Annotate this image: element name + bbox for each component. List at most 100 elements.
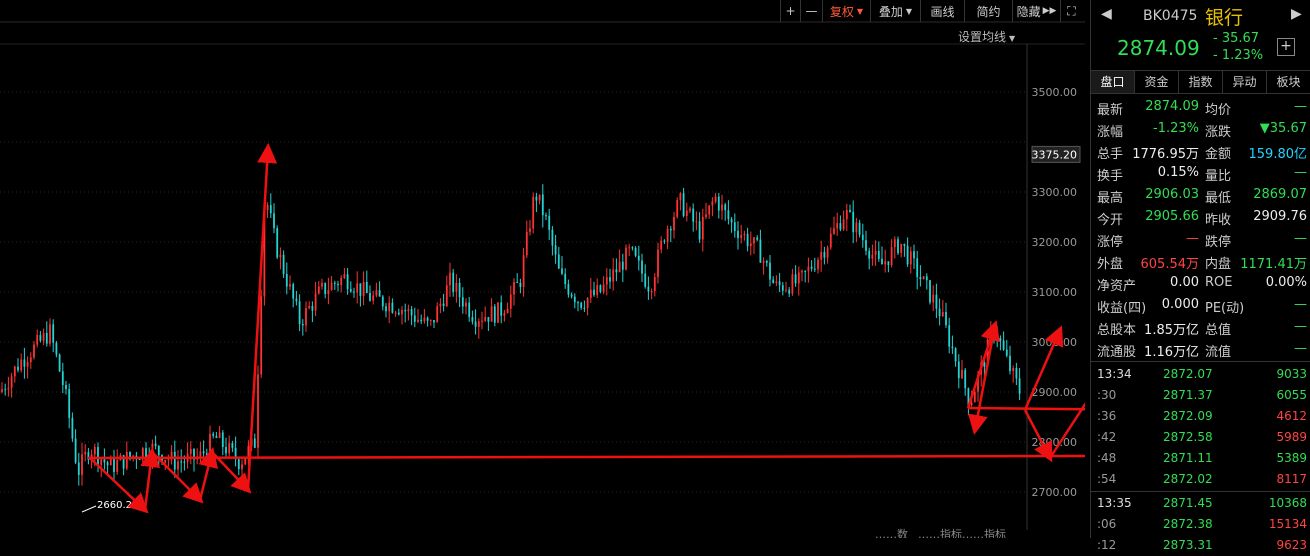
candle-body <box>477 321 480 327</box>
candle-body <box>353 291 355 293</box>
zoom-in-button[interactable]: + <box>780 0 800 22</box>
candle-body <box>932 294 935 303</box>
candle-body <box>855 222 858 233</box>
candle-body <box>721 204 723 211</box>
y-axis-label: 3200.00 <box>1032 236 1078 249</box>
candle-body <box>177 461 179 470</box>
tick-row: :06 2872.38 15134 <box>1091 514 1310 535</box>
candle-body <box>813 268 816 270</box>
tab-0[interactable]: 盘口 <box>1091 71 1135 93</box>
candle-body <box>20 359 23 371</box>
candle-body <box>468 302 471 318</box>
candle-body <box>1002 340 1005 350</box>
next-stock-icon[interactable]: ▶ <box>1291 6 1302 22</box>
candle-body <box>493 306 496 323</box>
ma-setting-dropdown[interactable]: 设置均线 ▼ <box>958 28 1015 45</box>
candle-body <box>973 391 976 403</box>
quote-panel: ◀ BK0475 银行 ▶ 2874.09 - 35.67 - 1.23% + … <box>1090 0 1310 552</box>
candle-body <box>7 387 10 390</box>
candle-body <box>138 459 141 461</box>
fullscreen-button[interactable]: ⛶ <box>1060 0 1082 22</box>
draw-line-button[interactable]: 画线 <box>920 0 964 22</box>
candle-body <box>372 295 375 301</box>
kline-chart-area[interactable]: 3500.003300.003200.003100.003000.002900.… <box>0 0 1085 538</box>
candle-body <box>26 361 29 367</box>
candle-body <box>807 266 810 272</box>
candle-body <box>845 209 848 220</box>
stat-value: -1.23% <box>1153 121 1199 136</box>
prev-stock-icon[interactable]: ◀ <box>1101 6 1112 22</box>
candle-body <box>609 277 611 282</box>
candle-body <box>113 458 115 472</box>
candle-body <box>836 223 839 229</box>
y-axis-label: 2700.00 <box>1032 486 1078 499</box>
annotation-arrow <box>1023 409 1053 463</box>
candle-body <box>321 283 323 287</box>
candle-body <box>84 452 87 455</box>
stat-value: 1.16万亿 <box>1144 345 1199 360</box>
candle-body <box>343 274 346 278</box>
candle-body <box>61 371 64 385</box>
candle-body <box>241 464 243 470</box>
candle-body <box>221 432 224 448</box>
zoom-out-button[interactable]: — <box>800 0 822 22</box>
candle-body <box>849 209 851 212</box>
simple-mode-button[interactable]: 简约 <box>964 0 1012 22</box>
candle-body <box>909 251 912 265</box>
stat-value: 1171.41万 <box>1240 257 1307 272</box>
candle-body <box>839 223 842 230</box>
candle-body <box>36 335 39 345</box>
hide-button[interactable]: 隐藏 ▶▶ <box>1012 0 1060 22</box>
candle-body <box>417 319 419 322</box>
tick-time: :36 <box>1097 409 1117 423</box>
candle-body <box>317 286 320 294</box>
tab-3[interactable]: 异动 <box>1223 71 1267 93</box>
candle-body <box>730 219 733 223</box>
tick-volume: 15134 <box>1268 517 1307 531</box>
candle-body <box>557 254 560 269</box>
kline-chart[interactable]: 3500.003300.003200.003100.003000.002900.… <box>0 0 1085 538</box>
candle-body <box>637 255 640 261</box>
stat-label: 均价 <box>1205 103 1232 118</box>
candle-body <box>346 274 349 290</box>
candle-body <box>394 312 397 314</box>
tick-volume: 6055 <box>1276 388 1307 402</box>
stat-value: 2905.66 <box>1145 209 1199 224</box>
candle-body <box>285 273 288 287</box>
candle-body <box>327 290 330 295</box>
stat-value: — <box>1294 297 1307 312</box>
candle-body <box>871 254 874 259</box>
candle-body <box>436 306 439 323</box>
candle-body <box>625 247 627 270</box>
dropdown-icon: ▼ <box>905 6 913 16</box>
stat-label: ROE <box>1205 275 1233 290</box>
tab-2[interactable]: 指数 <box>1179 71 1223 93</box>
stat-label: 量比 <box>1205 169 1232 184</box>
candle-body <box>596 285 599 295</box>
candle-body <box>71 417 74 439</box>
candle-body <box>759 239 762 263</box>
stat-value: 1.85万亿 <box>1144 323 1199 338</box>
candle-body <box>589 289 592 298</box>
candle-body <box>529 228 531 232</box>
candle-body <box>874 250 877 255</box>
candle-body <box>324 283 327 295</box>
adjust-button[interactable]: 复权 ▼ <box>822 0 870 22</box>
tab-4[interactable]: 板块 <box>1267 71 1310 93</box>
add-watchlist-icon[interactable]: + <box>1277 38 1295 56</box>
candle-body <box>497 302 499 323</box>
stat-label: 流值 <box>1205 345 1232 360</box>
adjust-label: 复权 <box>829 4 854 19</box>
tab-1[interactable]: 资金 <box>1135 71 1179 93</box>
overlay-button[interactable]: 叠加 ▼ <box>870 0 920 22</box>
stat-value: 2869.07 <box>1253 187 1307 202</box>
candle-body <box>570 294 573 297</box>
candle-body <box>173 451 176 470</box>
stat-label: 跌停 <box>1205 235 1232 250</box>
candle-body <box>865 240 867 251</box>
candle-body <box>785 289 787 291</box>
candle-body <box>145 448 147 457</box>
stat-label: 总手 <box>1097 147 1124 162</box>
candle-body <box>881 258 883 265</box>
candle-body <box>167 459 170 461</box>
